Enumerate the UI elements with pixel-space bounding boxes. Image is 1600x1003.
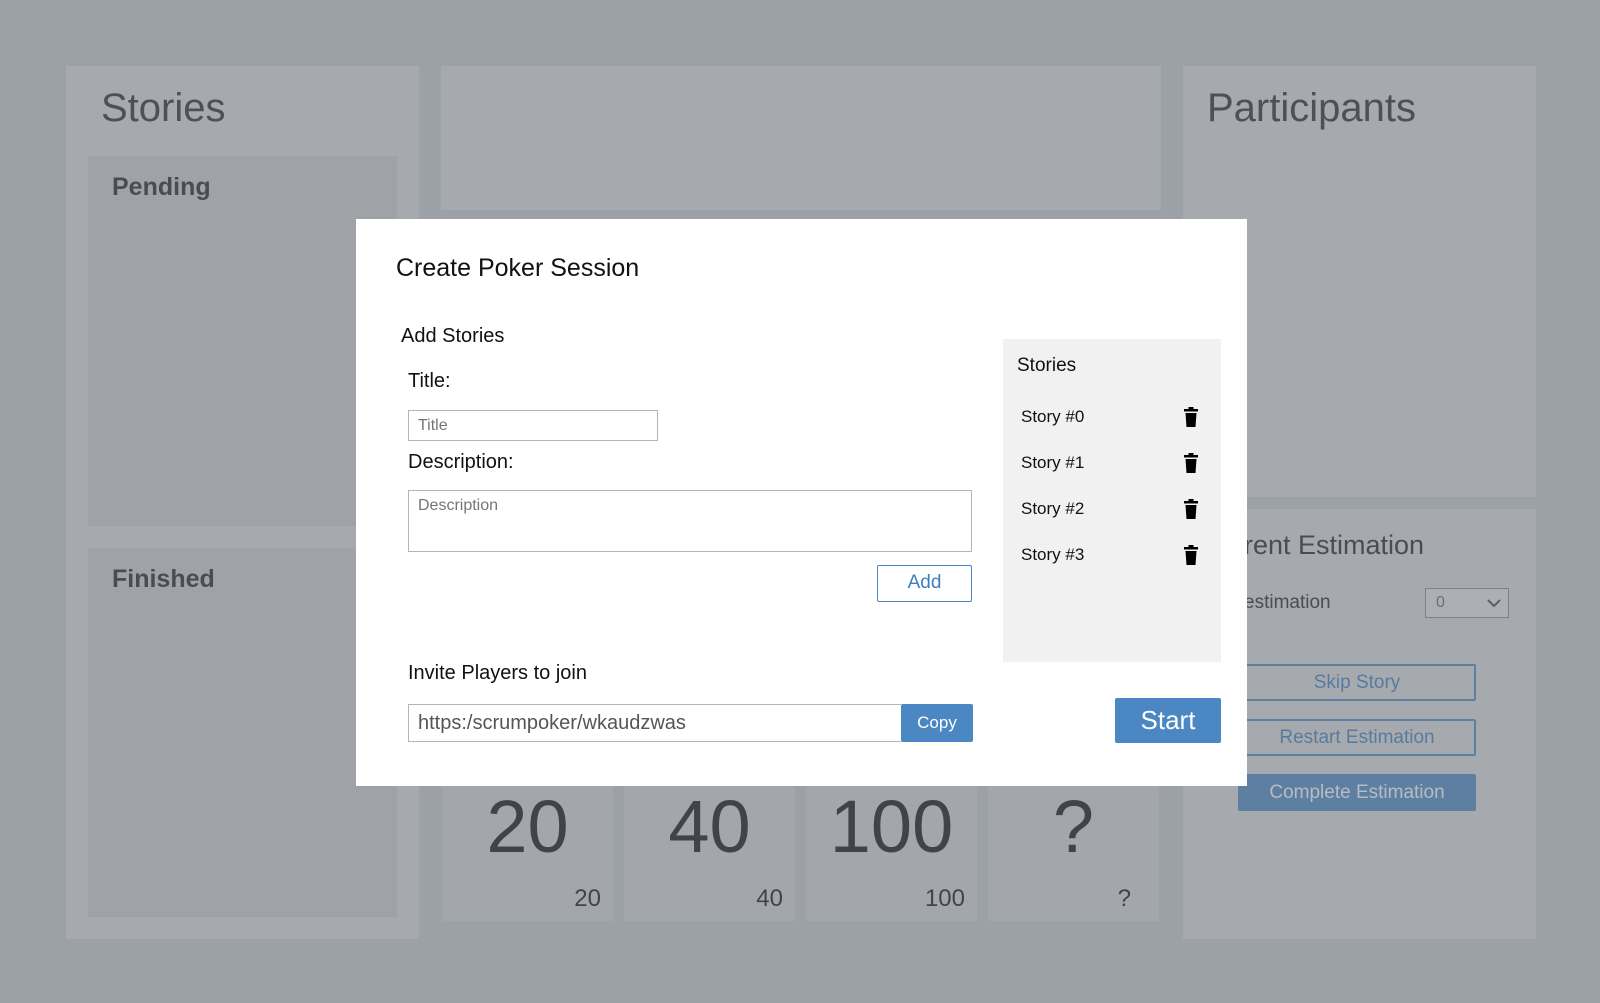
stories-list-panel: Stories Story #0 Story #1 Story #2 Story… [1003, 339, 1221, 662]
add-stories-label: Add Stories [401, 325, 505, 347]
story-list-item: Story #0 [1021, 407, 1211, 431]
story-name: Story #3 [1021, 545, 1085, 564]
story-list-item: Story #2 [1021, 499, 1211, 523]
trash-icon[interactable] [1184, 407, 1198, 427]
add-story-button[interactable]: Add [877, 565, 972, 602]
title-label: Title: [408, 370, 451, 392]
invite-link-text: https:/scrumpoker/wkaudzwas [418, 712, 686, 734]
copy-link-button[interactable]: Copy [901, 704, 973, 742]
invite-label: Invite Players to join [408, 662, 587, 684]
trash-icon[interactable] [1184, 453, 1198, 473]
story-name: Story #2 [1021, 499, 1085, 518]
story-list-item: Story #1 [1021, 453, 1211, 477]
stories-list-header: Stories [1017, 355, 1077, 376]
create-session-modal: Create Poker Session Add Stories Title: … [356, 219, 1247, 786]
description-input[interactable] [408, 490, 972, 552]
trash-icon[interactable] [1184, 545, 1198, 565]
story-name: Story #0 [1021, 407, 1085, 426]
story-name: Story #1 [1021, 453, 1085, 472]
modal-title: Create Poker Session [396, 254, 640, 282]
invite-link-field[interactable]: https:/scrumpoker/wkaudzwas [408, 704, 901, 742]
description-label: Description: [408, 451, 514, 473]
title-input[interactable] [408, 410, 658, 441]
start-button[interactable]: Start [1115, 698, 1221, 743]
trash-icon[interactable] [1184, 499, 1198, 519]
story-list-item: Story #3 [1021, 545, 1211, 569]
